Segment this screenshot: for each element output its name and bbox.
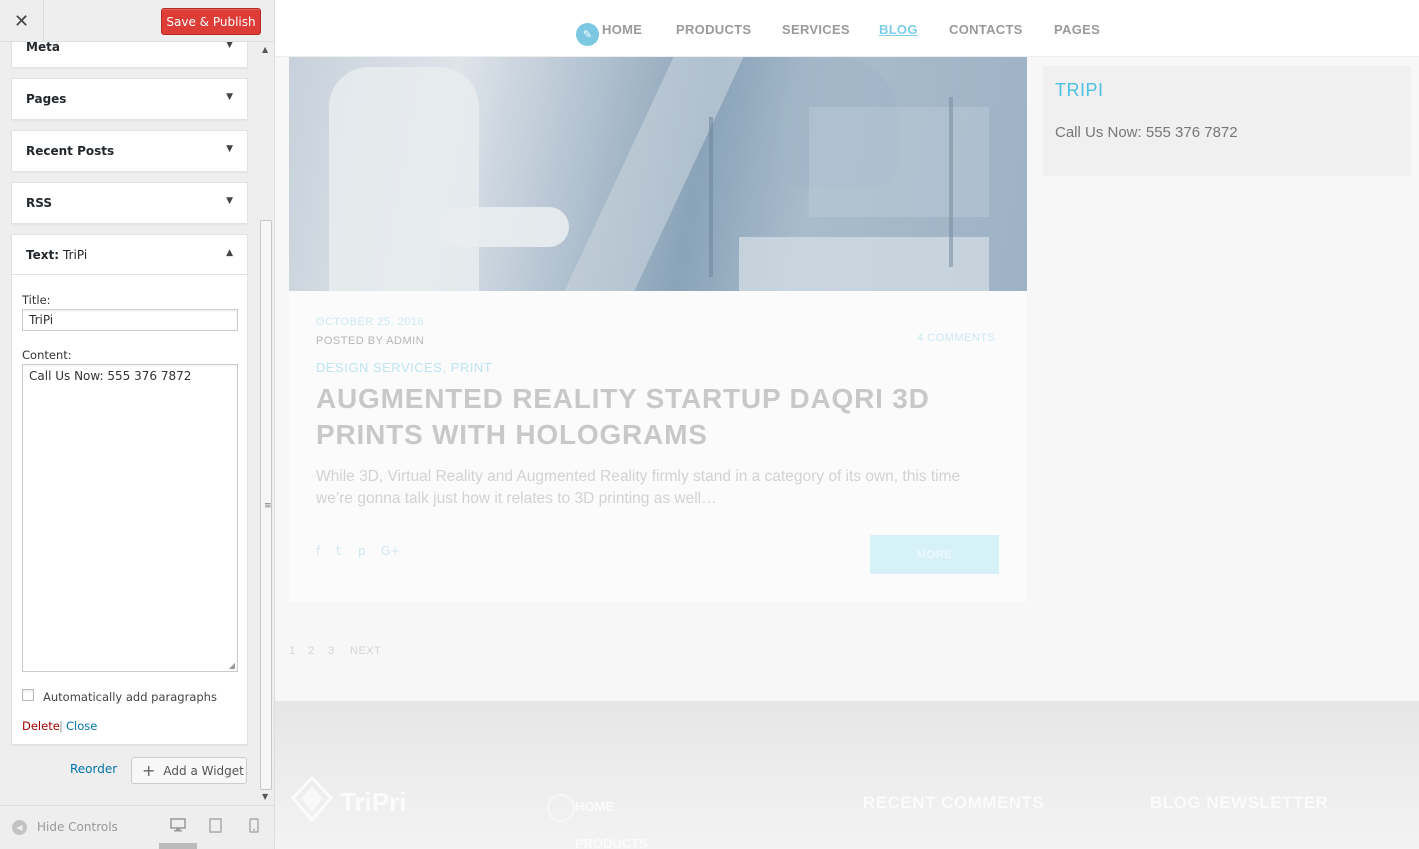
customizer-header: ✕ Save & Publish — [0, 0, 274, 42]
widget-text: Call Us Now: 555 376 7872 — [1055, 124, 1238, 141]
tablet-icon[interactable] — [209, 818, 222, 837]
widget-meta[interactable]: Meta ▼ — [11, 42, 248, 68]
content-label: Content: — [22, 348, 72, 362]
sidebar-scrollbar[interactable]: ▲ ≡ ▼ — [259, 42, 274, 805]
customizer-footer: ◀ Hide Controls — [0, 805, 274, 849]
twitter-icon[interactable]: t — [336, 544, 341, 558]
chevron-down-icon[interactable]: ▼ — [226, 196, 233, 206]
active-device-indicator — [159, 843, 197, 849]
blog-newsletter-heading: BLOG NEWSLETTER — [1150, 793, 1329, 812]
title-label: Title: — [22, 293, 51, 307]
pencil-icon — [547, 794, 575, 822]
widget-pages[interactable]: Pages ▼ — [11, 78, 248, 120]
auto-paragraph-label: Automatically add paragraphs — [43, 690, 217, 704]
widget-title: Meta — [26, 42, 60, 54]
site-footer: TriPri HOME PRODUCTS RECENT COMMENTS BLO… — [275, 701, 1419, 849]
close-link[interactable]: Close — [66, 719, 97, 733]
page-1-link[interactable]: 1 — [289, 645, 296, 657]
close-customizer-button[interactable]: ✕ — [0, 0, 44, 42]
widget-header[interactable]: Meta ▼ — [12, 42, 247, 67]
add-widget-label: Add a Widget — [163, 763, 244, 778]
google-plus-icon[interactable]: G+ — [381, 544, 400, 558]
blog-post-card: OCTOBER 25, 2016 POSTED BY ADMIN 4 COMME… — [289, 57, 1027, 602]
plus-icon: + — [142, 761, 156, 780]
widget-title: Recent Posts — [26, 144, 115, 158]
desktop-icon[interactable] — [170, 818, 186, 836]
footer-logo-text[interactable]: TriPri — [340, 787, 406, 818]
post-featured-image[interactable] — [289, 57, 1027, 291]
pinterest-icon[interactable]: p — [358, 544, 366, 558]
post-date[interactable]: OCTOBER 25, 2016 — [316, 316, 424, 328]
chevron-up-icon[interactable]: ▲ — [226, 248, 233, 258]
widget-list: Meta ▼ Pages ▼ Recent Posts ▼ RSS ▼ Text… — [0, 42, 259, 805]
grip-icon: ≡ — [264, 501, 272, 511]
widget-rss[interactable]: RSS ▼ — [11, 182, 248, 224]
widget-title: TRIPI — [1055, 80, 1104, 100]
auto-paragraph-checkbox[interactable] — [22, 689, 34, 701]
resize-handle-icon[interactable]: ◢ — [229, 661, 235, 670]
widget-recent-posts[interactable]: Recent Posts ▼ — [11, 130, 248, 172]
widget-title: Pages — [26, 92, 67, 106]
reorder-link[interactable]: Reorder — [70, 762, 117, 776]
widget-header[interactable]: Text: TriPi ▲ — [12, 235, 247, 275]
site-preview: ✎ HOME PRODUCTS SERVICES BLOG CONTACTS P… — [275, 0, 1419, 849]
customizer-sidebar: ✕ Save & Publish Meta ▼ Pages ▼ Recent P… — [0, 0, 275, 849]
nav-contacts[interactable]: CONTACTS — [949, 22, 1023, 37]
chevron-down-icon[interactable]: ▼ — [226, 92, 233, 102]
content-text: Call Us Now: 555 376 7872 — [29, 369, 192, 383]
mobile-icon[interactable] — [249, 818, 259, 837]
post-author: POSTED BY ADMIN — [316, 335, 425, 347]
scroll-up-icon[interactable]: ▲ — [262, 45, 268, 54]
add-widget-button[interactable]: + Add a Widget — [131, 757, 247, 784]
nav-services[interactable]: SERVICES — [782, 22, 850, 37]
title-input[interactable]: TriPi — [22, 309, 238, 331]
collapse-icon[interactable]: ◀ — [12, 820, 27, 835]
recent-comments-heading: RECENT COMMENTS — [863, 793, 1045, 812]
nav-pages[interactable]: PAGES — [1054, 22, 1100, 37]
post-excerpt: While 3D, Virtual Reality and Augmented … — [316, 468, 961, 507]
page-3-link[interactable]: 3 — [328, 645, 335, 657]
content-textarea[interactable]: Call Us Now: 555 376 7872 ◢ — [22, 364, 238, 672]
save-publish-button[interactable]: Save & Publish — [161, 8, 261, 35]
logo-icon[interactable] — [291, 776, 333, 822]
nav-products[interactable]: PRODUCTS — [676, 22, 751, 37]
close-icon: ✕ — [13, 10, 30, 32]
post-categories[interactable]: DESIGN SERVICES, PRINT — [316, 360, 492, 375]
page-2-link[interactable]: 2 — [308, 645, 315, 657]
widget-subtitle: TriPi — [63, 247, 88, 262]
footer-nav-products[interactable]: PRODUCTS — [575, 836, 648, 849]
pencil-icon[interactable]: ✎ — [576, 23, 599, 46]
widget-header[interactable]: RSS ▼ — [12, 183, 247, 223]
widget-header[interactable]: Pages ▼ — [12, 79, 247, 119]
site-header: ✎ HOME PRODUCTS SERVICES BLOG CONTACTS P… — [275, 0, 1419, 57]
footer-nav-home[interactable]: HOME — [575, 799, 614, 814]
post-comments-link[interactable]: 4 COMMENTS — [917, 332, 995, 344]
hide-controls-button[interactable]: Hide Controls — [37, 820, 118, 834]
scroll-down-icon[interactable]: ▼ — [262, 792, 268, 801]
facebook-icon[interactable]: f — [316, 544, 320, 558]
widget-title: RSS — [26, 196, 52, 210]
link-separator: | — [59, 719, 63, 733]
widget-title: Text: — [26, 247, 60, 262]
post-title[interactable]: AUGMENTED REALITY STARTUP DAQRI 3D PRINT… — [316, 381, 956, 453]
more-button[interactable]: MORE — [870, 535, 999, 574]
next-page-link[interactable]: NEXT — [350, 645, 381, 657]
widget-text-tripi: Text: TriPi ▲ Title: TriPi Content: Call… — [11, 234, 248, 745]
widget-header[interactable]: Recent Posts ▼ — [12, 131, 247, 171]
chevron-down-icon[interactable]: ▼ — [226, 42, 233, 50]
chevron-down-icon[interactable]: ▼ — [226, 144, 233, 154]
scroll-thumb[interactable]: ≡ — [260, 220, 272, 790]
nav-blog[interactable]: BLOG — [879, 22, 918, 37]
delete-link[interactable]: Delete — [22, 719, 60, 733]
nav-home[interactable]: HOME — [602, 22, 642, 37]
sidebar-text-widget: TRIPI Call Us Now: 555 376 7872 — [1043, 66, 1411, 176]
